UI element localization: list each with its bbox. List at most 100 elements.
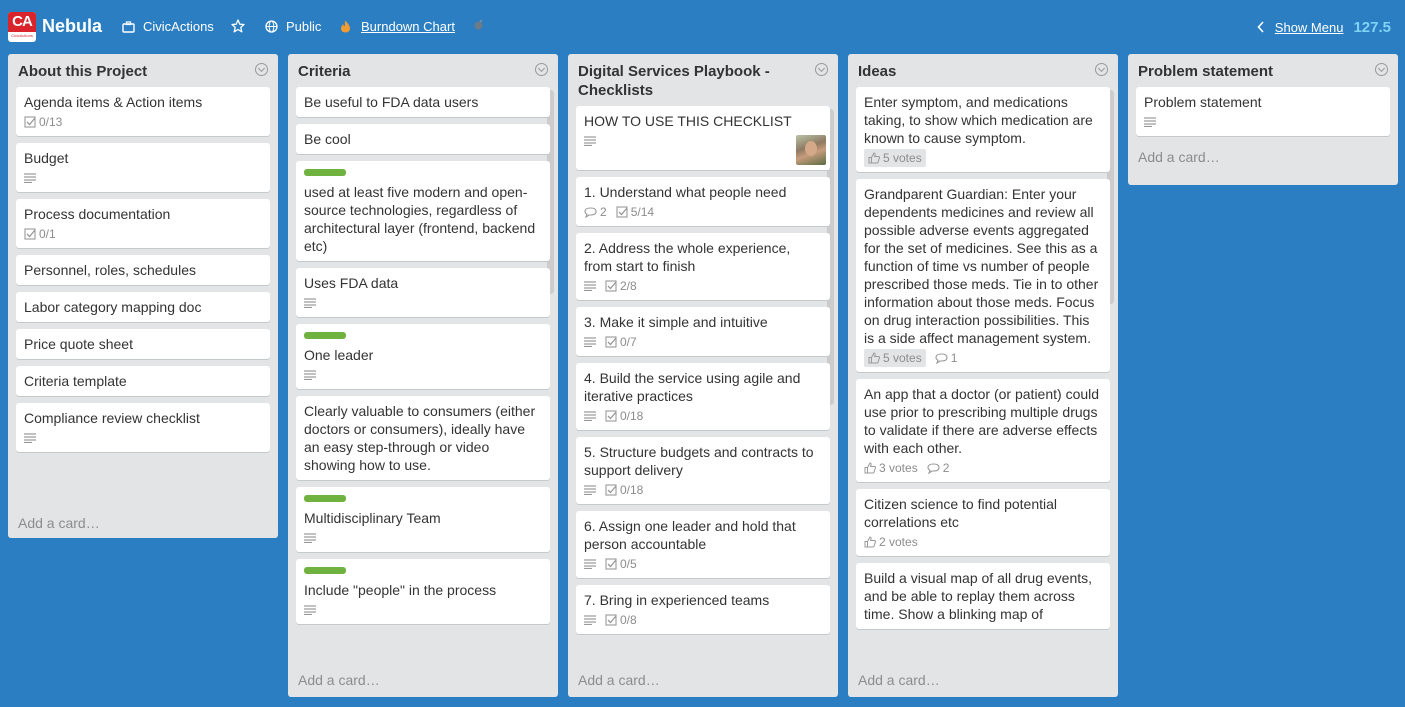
card-badges [24, 430, 262, 446]
card-title: An app that a doctor (or patient) could … [864, 386, 1100, 456]
card[interactable]: 6. Assign one leader and hold that perso… [576, 511, 830, 578]
card[interactable]: Agenda items & Action items 0/13 [16, 87, 270, 136]
card[interactable]: Problem statement [1136, 87, 1390, 136]
card[interactable]: Labor category mapping doc [16, 292, 270, 322]
add-card-link[interactable]: Add a card… [568, 662, 838, 698]
card[interactable]: used at least five modern and open-sourc… [296, 161, 550, 261]
star-button[interactable] [231, 19, 245, 33]
board-name[interactable]: Nebula [42, 16, 102, 37]
card-badges: 0/13 [24, 114, 262, 130]
votes-badge: 5 votes [864, 149, 926, 167]
card[interactable]: Price quote sheet [16, 329, 270, 359]
card[interactable]: An app that a doctor (or patient) could … [856, 379, 1110, 482]
card[interactable]: Be useful to FDA data users [296, 87, 550, 117]
card-title: Price quote sheet [24, 336, 133, 352]
visibility-button[interactable]: Public [265, 19, 321, 34]
card-title: Process documentation [24, 206, 171, 222]
card[interactable]: Criteria template [16, 366, 270, 396]
card[interactable]: Compliance review checklist [16, 403, 270, 452]
add-card-link[interactable]: Add a card… [8, 511, 278, 541]
card[interactable]: One leader [296, 324, 550, 389]
bomb-icon [473, 19, 484, 30]
card[interactable]: Include "people" in the process [296, 559, 550, 624]
card-title: Citizen science to find potential correl… [864, 496, 1057, 530]
list-cards: HOW TO USE THIS CHECKLIST 1. Understand … [568, 106, 830, 662]
card[interactable]: Enter symptom, and medications taking, t… [856, 87, 1110, 172]
star-icon [231, 19, 245, 33]
card[interactable]: 5. Structure budgets and contracts to su… [576, 437, 830, 504]
card-title: Clearly valuable to consumers (either do… [304, 403, 536, 473]
card-badges: 0/18 [584, 408, 822, 424]
list-ideas: Ideas Enter symptom, and medications tak… [848, 54, 1118, 697]
list-title[interactable]: About this Project [8, 54, 238, 87]
description-icon [304, 298, 316, 308]
card[interactable]: Grandparent Guardian: Enter your depende… [856, 179, 1110, 372]
team-button[interactable]: CivicActions [122, 19, 214, 34]
card[interactable]: 3. Make it simple and intuitive 0/7 [576, 307, 830, 356]
card[interactable]: Personnel, roles, schedules [16, 255, 270, 285]
checklist-badge: 5/14 [616, 203, 654, 221]
card-title: Include "people" in the process [304, 582, 497, 598]
card-badges [304, 367, 542, 383]
checklist-badge: 0/13 [24, 113, 62, 131]
list-menu-icon[interactable] [1095, 63, 1108, 76]
card-badges: 3 votes 2 [864, 460, 1102, 476]
card[interactable]: 2. Address the whole experience, from st… [576, 233, 830, 300]
card[interactable]: 4. Build the service using agile and ite… [576, 363, 830, 430]
card[interactable]: Citizen science to find potential correl… [856, 489, 1110, 556]
list-title[interactable]: Problem statement [1128, 54, 1358, 87]
list-menu-icon[interactable] [535, 63, 548, 76]
burndown-chart-link[interactable]: Burndown Chart [340, 19, 455, 34]
checklist-badge: 0/8 [605, 611, 637, 629]
card[interactable]: Process documentation 0/1 [16, 199, 270, 248]
description-icon [304, 533, 316, 543]
checklist-icon [605, 558, 617, 570]
description-icon [584, 615, 596, 625]
list-title[interactable]: Ideas [848, 54, 1078, 87]
card[interactable]: Uses FDA data [296, 268, 550, 317]
list-title[interactable]: Criteria [288, 54, 518, 87]
card-badges: 5 votes 1 [864, 349, 1102, 367]
power-up-icon[interactable] [473, 19, 484, 30]
card-title: Compliance review checklist [24, 410, 200, 426]
chevron-left-icon[interactable] [1257, 20, 1265, 36]
card[interactable]: 7. Bring in experienced teams 0/8 [576, 585, 830, 634]
card[interactable]: Be cool [296, 124, 550, 154]
add-card-link[interactable]: Add a card… [1128, 143, 1398, 175]
card[interactable]: Multidisciplinary Team [296, 487, 550, 552]
card[interactable]: Build a visual map of all drug events, a… [856, 563, 1110, 629]
checklist-icon [605, 280, 617, 292]
card[interactable]: Clearly valuable to consumers (either do… [296, 396, 550, 480]
card[interactable]: Budget [16, 143, 270, 192]
add-card-link[interactable]: Add a card… [848, 662, 1118, 698]
comments-badge: 2 [927, 459, 949, 477]
checklist-icon [24, 228, 36, 240]
description-icon [584, 559, 596, 569]
add-card-link[interactable]: Add a card… [288, 662, 558, 698]
thumbs-up-icon [864, 536, 876, 548]
description-icon [584, 136, 596, 146]
header-right: Show Menu 127.5 [1257, 19, 1391, 36]
member-avatar[interactable] [796, 135, 826, 165]
checklist-icon [616, 206, 628, 218]
card[interactable]: 1. Understand what people need 2 5/14 [576, 177, 830, 226]
card-title: Budget [24, 150, 69, 166]
list-menu-icon[interactable] [815, 63, 828, 76]
list-cards: Be useful to FDA data users Be cool used… [288, 87, 550, 662]
list-cards: Enter symptom, and medications taking, t… [848, 87, 1110, 662]
comment-icon [935, 352, 948, 364]
list-title[interactable]: Digital Services Playbook - Checklists [568, 54, 798, 106]
card-title: Problem statement [1144, 94, 1262, 110]
civicactions-logo[interactable]: CA CivicActions [8, 12, 36, 42]
card[interactable]: HOW TO USE THIS CHECKLIST [576, 106, 830, 170]
card-badges: 2 votes [864, 534, 1102, 550]
visibility-label: Public [286, 19, 322, 34]
list-menu-icon[interactable] [1375, 63, 1388, 76]
burndown-chart-label: Burndown Chart [361, 19, 455, 34]
green-label [304, 495, 346, 502]
list-menu-icon[interactable] [255, 63, 268, 76]
card-title: Be cool [304, 131, 351, 147]
card-badges: 0/5 [584, 556, 822, 572]
show-menu-link[interactable]: Show Menu [1275, 20, 1344, 35]
briefcase-icon [122, 20, 135, 33]
